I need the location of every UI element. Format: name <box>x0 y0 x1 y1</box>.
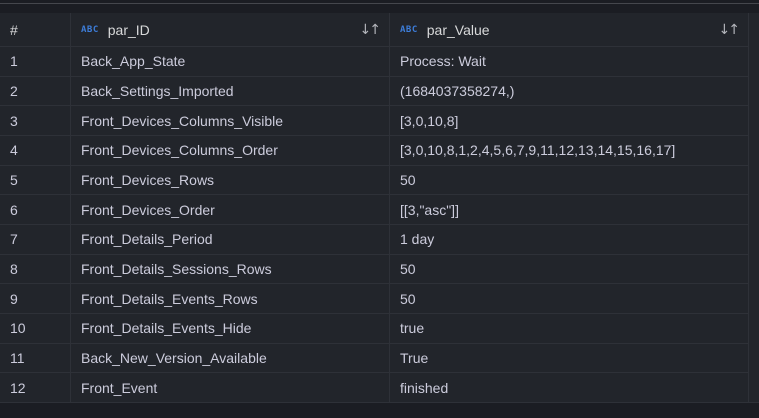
param-id-cell: Front_Devices_Order <box>71 195 390 224</box>
table-row: 12 Front_Event finished <box>0 373 748 403</box>
row-number-cell: 8 <box>0 255 71 284</box>
table-panel: # ABC par_ID ↓↑ ABC par_Value ↓↑ 1 Back_… <box>0 0 759 418</box>
param-value-cell: 50 <box>390 284 748 313</box>
table-header: # ABC par_ID ↓↑ ABC par_Value ↓↑ <box>0 13 748 47</box>
table-row: 5 Front_Devices_Rows 50 <box>0 166 748 196</box>
string-type-icon: ABC <box>400 25 418 35</box>
row-number-cell: 3 <box>0 106 71 135</box>
row-number-cell: 2 <box>0 77 71 106</box>
param-value-cell: True <box>390 344 748 373</box>
row-number-cell: 6 <box>0 195 71 224</box>
param-value-cell: Process: Wait <box>390 47 748 76</box>
param-value-cell: [[3,"asc"]] <box>390 195 748 224</box>
header-par-id[interactable]: ABC par_ID ↓↑ <box>71 13 390 46</box>
param-id-cell: Front_Details_Events_Rows <box>71 284 390 313</box>
row-number-cell: 10 <box>0 314 71 343</box>
param-value-cell: finished <box>390 373 748 402</box>
header-par-value[interactable]: ABC par_Value ↓↑ <box>390 13 748 46</box>
param-value-cell: [3,0,10,8] <box>390 106 748 135</box>
panel-bottom-edge <box>0 402 759 418</box>
table-row: 9 Front_Details_Events_Rows 50 <box>0 284 748 314</box>
param-id-cell: Back_New_Version_Available <box>71 344 390 373</box>
table-row: 3 Front_Devices_Columns_Visible [3,0,10,… <box>0 106 748 136</box>
header-par-value-label: par_Value <box>427 22 490 38</box>
row-number-cell: 1 <box>0 47 71 76</box>
sort-icon[interactable]: ↓↑ <box>352 22 379 38</box>
param-id-cell: Front_Details_Events_Hide <box>71 314 390 343</box>
param-value-cell: 50 <box>390 255 748 284</box>
param-id-cell: Front_Event <box>71 373 390 402</box>
table-row: 2 Back_Settings_Imported (1684037358274,… <box>0 77 748 107</box>
table-row: 1 Back_App_State Process: Wait <box>0 47 748 77</box>
row-number-cell: 7 <box>0 225 71 254</box>
row-number-cell: 12 <box>0 373 71 402</box>
row-number-cell: 5 <box>0 166 71 195</box>
param-value-cell: 1 day <box>390 225 748 254</box>
table-row: 8 Front_Details_Sessions_Rows 50 <box>0 255 748 285</box>
param-value-cell: true <box>390 314 748 343</box>
param-value-cell: (1684037358274,) <box>390 77 748 106</box>
param-id-cell: Back_App_State <box>71 47 390 76</box>
table-row: 4 Front_Devices_Columns_Order [3,0,10,8,… <box>0 136 748 166</box>
param-id-cell: Front_Details_Sessions_Rows <box>71 255 390 284</box>
param-id-cell: Front_Details_Period <box>71 225 390 254</box>
string-type-icon: ABC <box>81 25 99 35</box>
param-id-cell: Front_Devices_Rows <box>71 166 390 195</box>
table-row: 11 Back_New_Version_Available True <box>0 344 748 374</box>
param-id-cell: Front_Devices_Columns_Visible <box>71 106 390 135</box>
param-value-cell: 50 <box>390 166 748 195</box>
row-number-cell: 9 <box>0 284 71 313</box>
param-id-cell: Back_Settings_Imported <box>71 77 390 106</box>
row-number-cell: 4 <box>0 136 71 165</box>
header-par-id-label: par_ID <box>108 22 150 38</box>
param-value-cell: [3,0,10,8,1,2,4,5,6,7,9,11,12,13,14,15,1… <box>390 136 748 165</box>
table-row: 10 Front_Details_Events_Hide true <box>0 314 748 344</box>
table-row: 7 Front_Details_Period 1 day <box>0 225 748 255</box>
param-id-cell: Front_Devices_Columns_Order <box>71 136 390 165</box>
params-table: # ABC par_ID ↓↑ ABC par_Value ↓↑ 1 Back_… <box>0 13 759 403</box>
panel-top-edge <box>0 0 759 13</box>
table-body: 1 Back_App_State Process: Wait 2 Back_Se… <box>0 47 748 403</box>
header-row-number: # <box>0 13 71 46</box>
header-row-number-label: # <box>10 22 18 38</box>
sort-icon[interactable]: ↓↑ <box>711 22 738 38</box>
table-row: 6 Front_Devices_Order [[3,"asc"]] <box>0 195 748 225</box>
panel-top-divider <box>0 3 759 4</box>
row-number-cell: 11 <box>0 344 71 373</box>
